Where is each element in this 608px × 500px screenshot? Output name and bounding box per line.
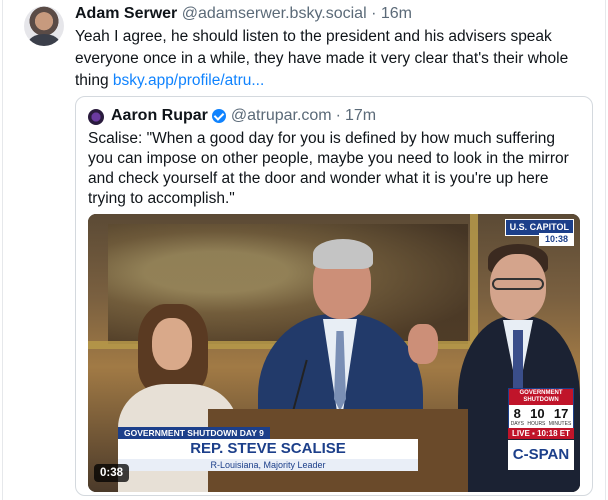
post-header: Adam Serwer @adamserwer.bsky.social · 16…: [75, 4, 412, 24]
location-time: 10:38: [538, 233, 574, 246]
quoted-author-avatar[interactable]: [88, 109, 104, 125]
shutdown-clock: GOVERNMENT SHUTDOWN 8 10 17 DAYS HOURS M…: [508, 388, 574, 429]
lower-third: GOVERNMENT SHUTDOWN DAY 9 REP. STEVE SCA…: [118, 427, 418, 473]
video-player[interactable]: U.S. CAPITOL 10:38 GOVERNMENT SHUTDOWN 8…: [88, 214, 580, 492]
separator: ·: [335, 107, 341, 124]
clock-days: 8: [513, 406, 521, 421]
author-avatar[interactable]: [24, 6, 64, 46]
clock-hours: 10: [530, 406, 545, 421]
quoted-author-name[interactable]: Aaron Rupar: [111, 106, 208, 126]
author-handle[interactable]: @adamserwer.bsky.social: [182, 5, 367, 22]
video-duration: 0:38: [94, 464, 130, 482]
post-time[interactable]: 16m: [381, 5, 412, 22]
shutdown-clock-title: GOVERNMENT SHUTDOWN: [509, 389, 573, 405]
lower-third-name: REP. STEVE SCALISE: [118, 439, 418, 459]
network-logo: C-SPAN: [508, 440, 574, 470]
quoted-author-handle[interactable]: @atrupar.com: [231, 106, 332, 126]
lower-third-tag: GOVERNMENT SHUTDOWN DAY 9: [118, 427, 270, 439]
clock-days-label: DAYS: [510, 421, 524, 427]
quoted-post[interactable]: Aaron Rupar @atrupar.com · 17m Scalise: …: [75, 96, 593, 496]
clock-hours-label: HOURS: [527, 421, 546, 427]
live-indicator: LIVE ▪ 10:18 ET: [508, 428, 574, 439]
quoted-post-time[interactable]: 17m: [345, 106, 376, 126]
quoted-post-text: Scalise: "When a good day for you is def…: [88, 130, 569, 207]
post-text: Yeah I agree, he should listen to the pr…: [75, 26, 595, 92]
post-link[interactable]: bsky.app/profile/atru...: [113, 72, 264, 89]
verified-badge-icon: [211, 109, 226, 123]
quoted-post-header: Aaron Rupar @atrupar.com · 17m: [111, 106, 376, 126]
post[interactable]: Adam Serwer @adamserwer.bsky.social · 16…: [0, 0, 608, 500]
clock-minutes: 17: [553, 406, 569, 421]
separator: ·: [371, 5, 377, 22]
lower-third-subtitle: R-Louisiana, Majority Leader: [118, 459, 418, 471]
author-name[interactable]: Adam Serwer: [75, 5, 177, 22]
clock-minutes-label: MINUTES: [548, 421, 572, 427]
